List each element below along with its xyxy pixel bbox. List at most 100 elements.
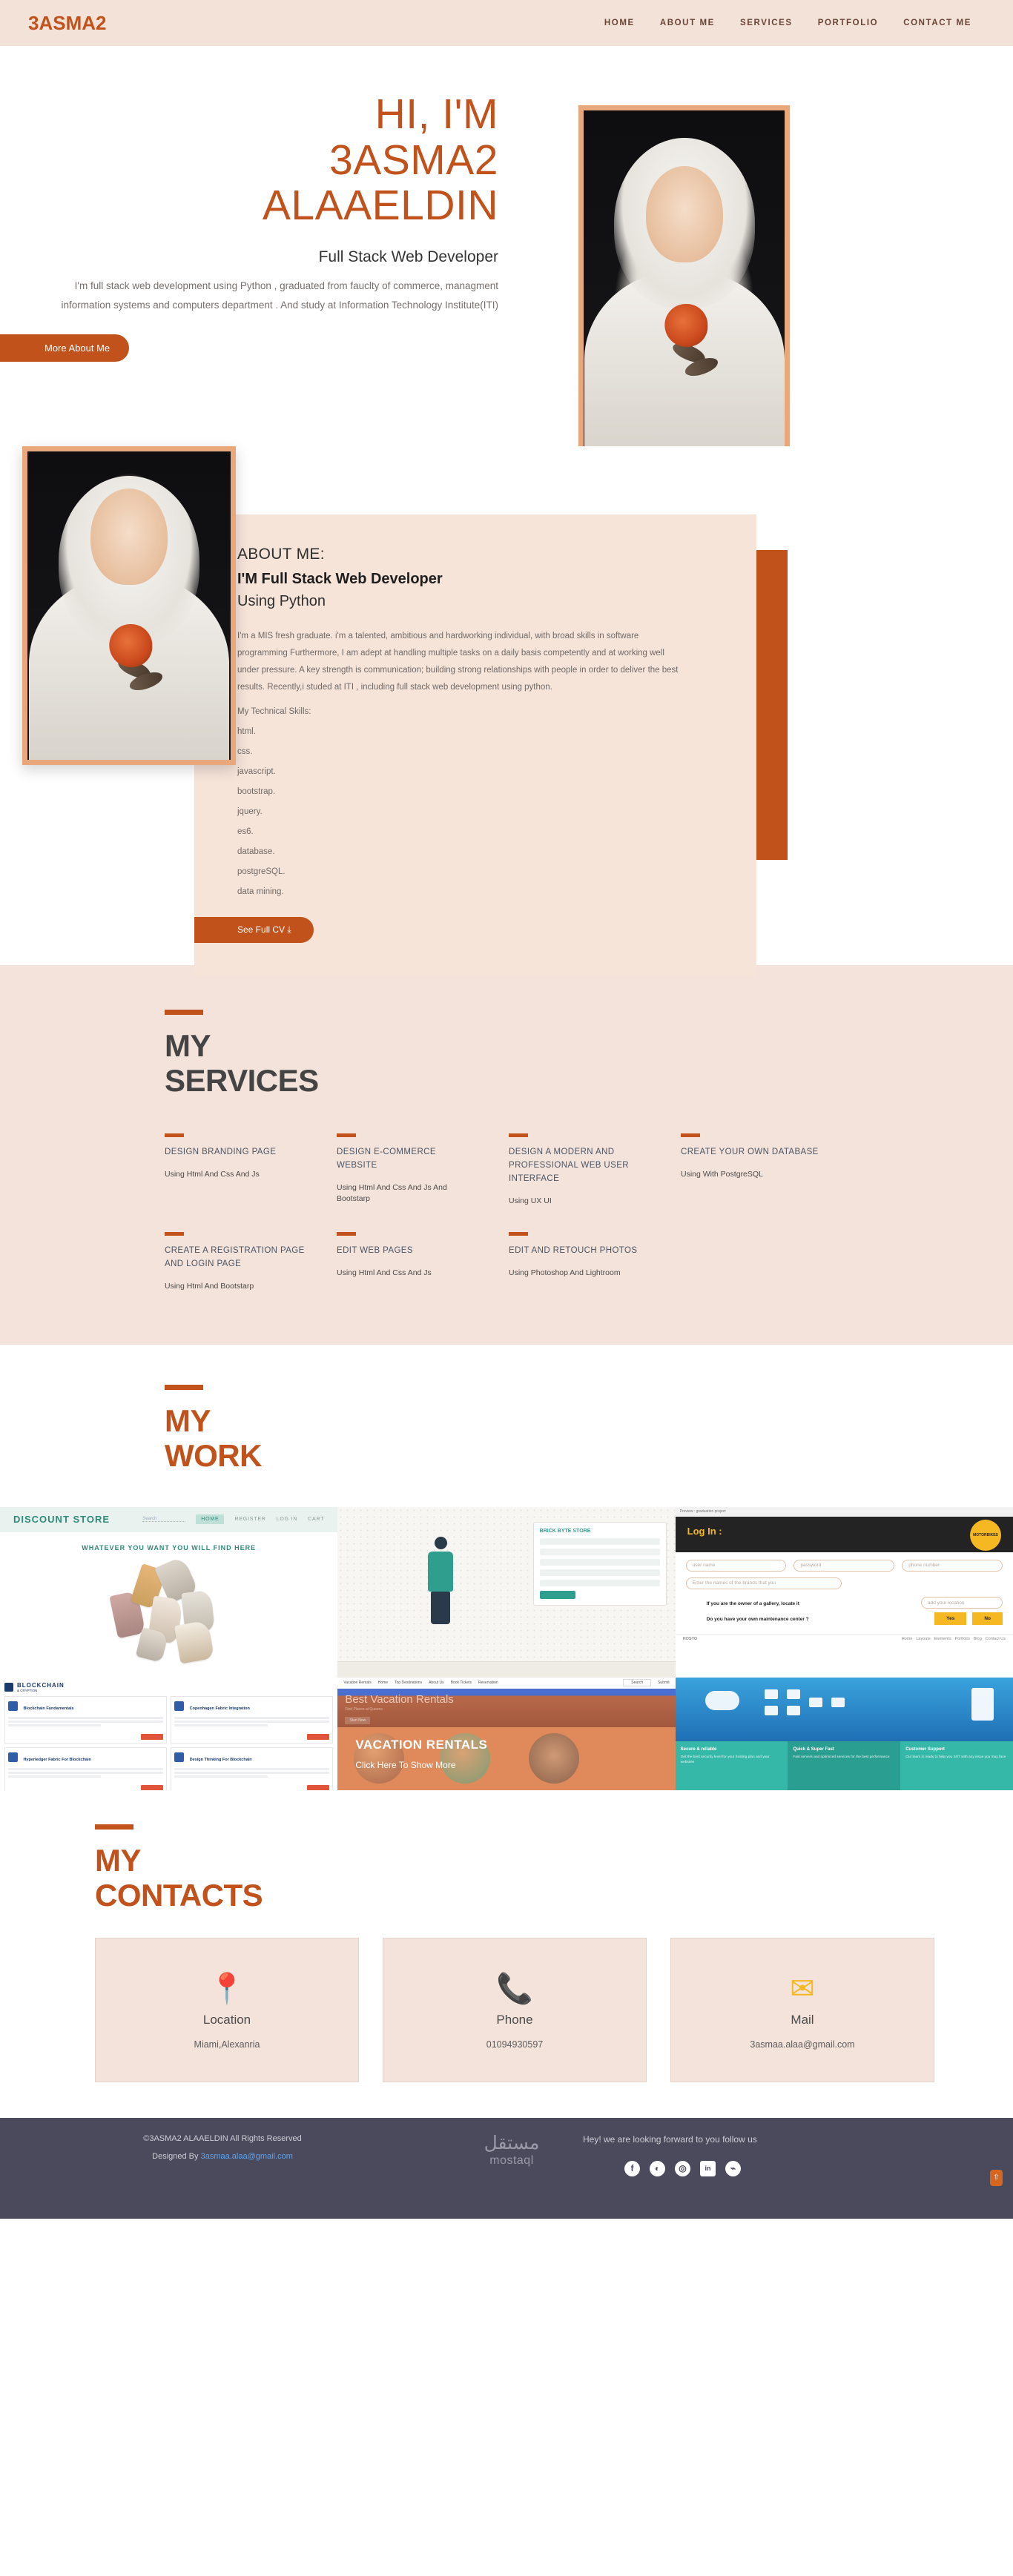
discount-store-nav-register: REGISTER: [234, 1517, 266, 1523]
services-section: MY SERVICES DESIGN BRANDING PAGE Using H…: [0, 965, 1013, 1345]
work-title-line-2: WORK: [165, 1437, 262, 1473]
hosto-link-contact: Contact Us: [985, 1637, 1006, 1642]
login-window-titlebar: Preview : graduation project: [675, 1506, 1013, 1517]
service-card[interactable]: CREATE YOUR OWN DATABASE Using With Post…: [681, 1133, 853, 1207]
work-item-vacation-rentals[interactable]: Vacation Rentals Home Top Destinations A…: [337, 1677, 676, 1790]
service-card[interactable]: EDIT WEB PAGES Using Html And Css And Js: [337, 1232, 509, 1292]
services-heading-block: MY SERVICES: [0, 1010, 1013, 1098]
footer-designed-by: Designed By 3asmaa.alaa@gmail.com: [0, 2152, 445, 2161]
service-card[interactable]: EDIT AND RETOUCH PHOTOS Using Photoshop …: [509, 1232, 681, 1292]
hero-title: HI, I'M 3ASMA2 ALAAELDIN: [44, 91, 498, 229]
vacation-nav-3: About Us: [429, 1681, 444, 1686]
hosto-link-portfolio: Portfolio: [954, 1637, 970, 1642]
vacation-nav-1: Home: [377, 1681, 389, 1686]
hosto-logo: HOSTO: [682, 1637, 698, 1642]
contact-label: Phone: [496, 2013, 533, 2027]
contact-value: 01094930597: [486, 2039, 544, 2050]
discount-store-nav-cart: CART: [308, 1517, 325, 1523]
facebook-icon[interactable]: f: [624, 2160, 640, 2176]
nav-link-contact-me[interactable]: CONTACT ME: [903, 19, 971, 27]
work-item-wireframe[interactable]: BRICK BYTE STORE: [337, 1506, 676, 1678]
hero-section: HI, I'M 3ASMA2 ALAAELDIN Full Stack Web …: [0, 46, 1013, 461]
contact-card-location[interactable]: 📍 Location Miami,Alexanria: [95, 1937, 359, 2082]
login-no-button: No: [972, 1612, 1003, 1625]
service-sub: Using Html And Css And Js: [337, 1268, 432, 1278]
nav-link-home[interactable]: HOME: [604, 19, 635, 27]
vacation-band-sub: Click Here To Show More: [355, 1759, 456, 1770]
nav-link-services[interactable]: SERVICES: [740, 19, 793, 27]
site-footer: ©3ASMA2 ALAAELDIN All Rights Reserved De…: [0, 2117, 1013, 2219]
nav-link-portfolio[interactable]: PORTFOLIO: [818, 19, 878, 27]
work-item-discount-store[interactable]: DISCOUNT STORE Search HOME REGISTER LOG …: [0, 1506, 338, 1678]
work-item-hosting[interactable]: Secure & reliable Get the best security …: [675, 1677, 1013, 1790]
contact-card-phone[interactable]: 📞 Phone 01094930597: [383, 1937, 647, 2082]
work-item-blockchain[interactable]: BLOCKCHAIN & CRYPTION Blockchain Fundame…: [0, 1677, 338, 1790]
footer-copyright: ©3ASMA2 ALAAELDIN All Rights Reserved: [143, 2133, 302, 2143]
service-dash: [337, 1232, 356, 1236]
service-card[interactable]: CREATE A REGISTRATION PAGE AND LOGIN PAG…: [165, 1232, 337, 1292]
service-dash: [337, 1133, 356, 1138]
blockchain-card: Copenhagen Fabric Integration: [171, 1695, 334, 1744]
skill-item-database: database.: [237, 847, 275, 856]
instagram-icon[interactable]: ◎: [675, 2160, 690, 2176]
hosto-link-elements: Elements: [934, 1637, 951, 1642]
service-dash: [509, 1232, 528, 1236]
skill-item-postgresql: postgreSQL.: [237, 867, 286, 876]
blockchain-card: Hyperledger Fabric For Blockchain: [4, 1746, 168, 1790]
login-window-title: Preview : graduation project: [679, 1509, 726, 1514]
see-full-cv-button[interactable]: See Full CV ⤓: [194, 917, 314, 943]
blockchain-card-title: Design Thinking For Blockchain: [189, 1757, 252, 1762]
blockchain-card-cta: [141, 1733, 164, 1740]
service-title: CREATE A REGISTRATION PAGE AND LOGIN PAG…: [165, 1246, 305, 1269]
messenger-icon[interactable]: ⌁: [725, 2160, 741, 2176]
footer-follow-text: Hey! we are looking forward to you follo…: [583, 2133, 757, 2145]
github-icon[interactable]: ◐: [650, 2160, 665, 2176]
discount-store-nav-login: LOG IN: [276, 1517, 298, 1523]
hero-subtitle: Full Stack Web Developer: [318, 248, 498, 265]
nav-link-about-me[interactable]: ABOUT ME: [660, 19, 715, 27]
skill-item-es6: es6.: [237, 827, 254, 836]
hero-title-line-2: 3ASMA2: [329, 136, 498, 184]
services-title-line-1: MY: [165, 1028, 211, 1063]
skill-item-bootstrap: bootstrap.: [237, 787, 276, 796]
location-pin-icon: 📍: [208, 1973, 245, 2006]
about-paragraph: I'm a MIS fresh graduate. i'm a talented…: [237, 632, 679, 692]
blockchain-subtitle: & CRYPTION: [17, 1688, 38, 1692]
service-title: EDIT WEB PAGES: [337, 1246, 413, 1256]
work-heading-block: MY WORK: [0, 1384, 1013, 1473]
work-item-login-page[interactable]: Preview : graduation project Log In : MO…: [675, 1506, 1013, 1678]
hosting-card-title: Quick & Super Fast: [793, 1746, 834, 1752]
hero-portrait-photo: [578, 105, 790, 461]
service-dash: [165, 1133, 184, 1138]
service-title: EDIT AND RETOUCH PHOTOS: [509, 1246, 638, 1256]
server-icon: [971, 1687, 994, 1721]
linkedin-icon[interactable]: in: [700, 2160, 716, 2176]
skill-item-html: html.: [237, 727, 256, 736]
contacts-title-line-1: MY: [95, 1842, 142, 1878]
brand-logo[interactable]: 3ASMA2: [28, 12, 106, 35]
back-to-top-button[interactable]: ⇧: [990, 2169, 1003, 2186]
service-title: DESIGN BRANDING PAGE: [165, 1148, 277, 1157]
contact-card-mail[interactable]: ✉ Mail 3asmaa.alaa@gmail.com: [670, 1937, 934, 2082]
hero-photo-block: [519, 53, 1013, 461]
more-about-me-button[interactable]: More About Me: [0, 334, 130, 362]
service-card[interactable]: DESIGN E-COMMERCE WEBSITE Using Html And…: [337, 1133, 509, 1207]
discount-store-search: Search: [142, 1517, 186, 1523]
blockchain-card-cta: [307, 1784, 330, 1790]
login-brands-field: Enter the names of the brands that you: [685, 1577, 842, 1589]
top-navbar: 3ASMA2 HOME ABOUT ME SERVICES PORTFOLIO …: [0, 0, 1013, 46]
hosting-card-title: Secure & reliable: [680, 1746, 717, 1752]
skill-item-data-mining: data mining.: [237, 887, 284, 896]
blockchain-card-cta: [141, 1784, 164, 1790]
service-card[interactable]: DESIGN BRANDING PAGE Using Html And Css …: [165, 1133, 337, 1207]
service-card[interactable]: DESIGN A MODERN AND PROFESSIONAL WEB USE…: [509, 1133, 681, 1207]
contacts-section: MY CONTACTS 📍 Location Miami,Alexanria 📞…: [0, 1789, 1013, 2118]
chip-icon: [8, 1752, 18, 1762]
service-dash: [165, 1232, 184, 1236]
blockchain-card-cta: [307, 1733, 330, 1740]
login-question-2: Do you have your own maintenance center …: [706, 1616, 809, 1622]
footer-designer-email-link[interactable]: 3asmaa.alaa@gmail.com: [201, 2152, 293, 2161]
about-portrait-photo: [22, 446, 236, 765]
footer-designed-prefix: Designed By: [152, 2151, 201, 2161]
service-title: DESIGN A MODERN AND PROFESSIONAL WEB USE…: [509, 1148, 629, 1183]
